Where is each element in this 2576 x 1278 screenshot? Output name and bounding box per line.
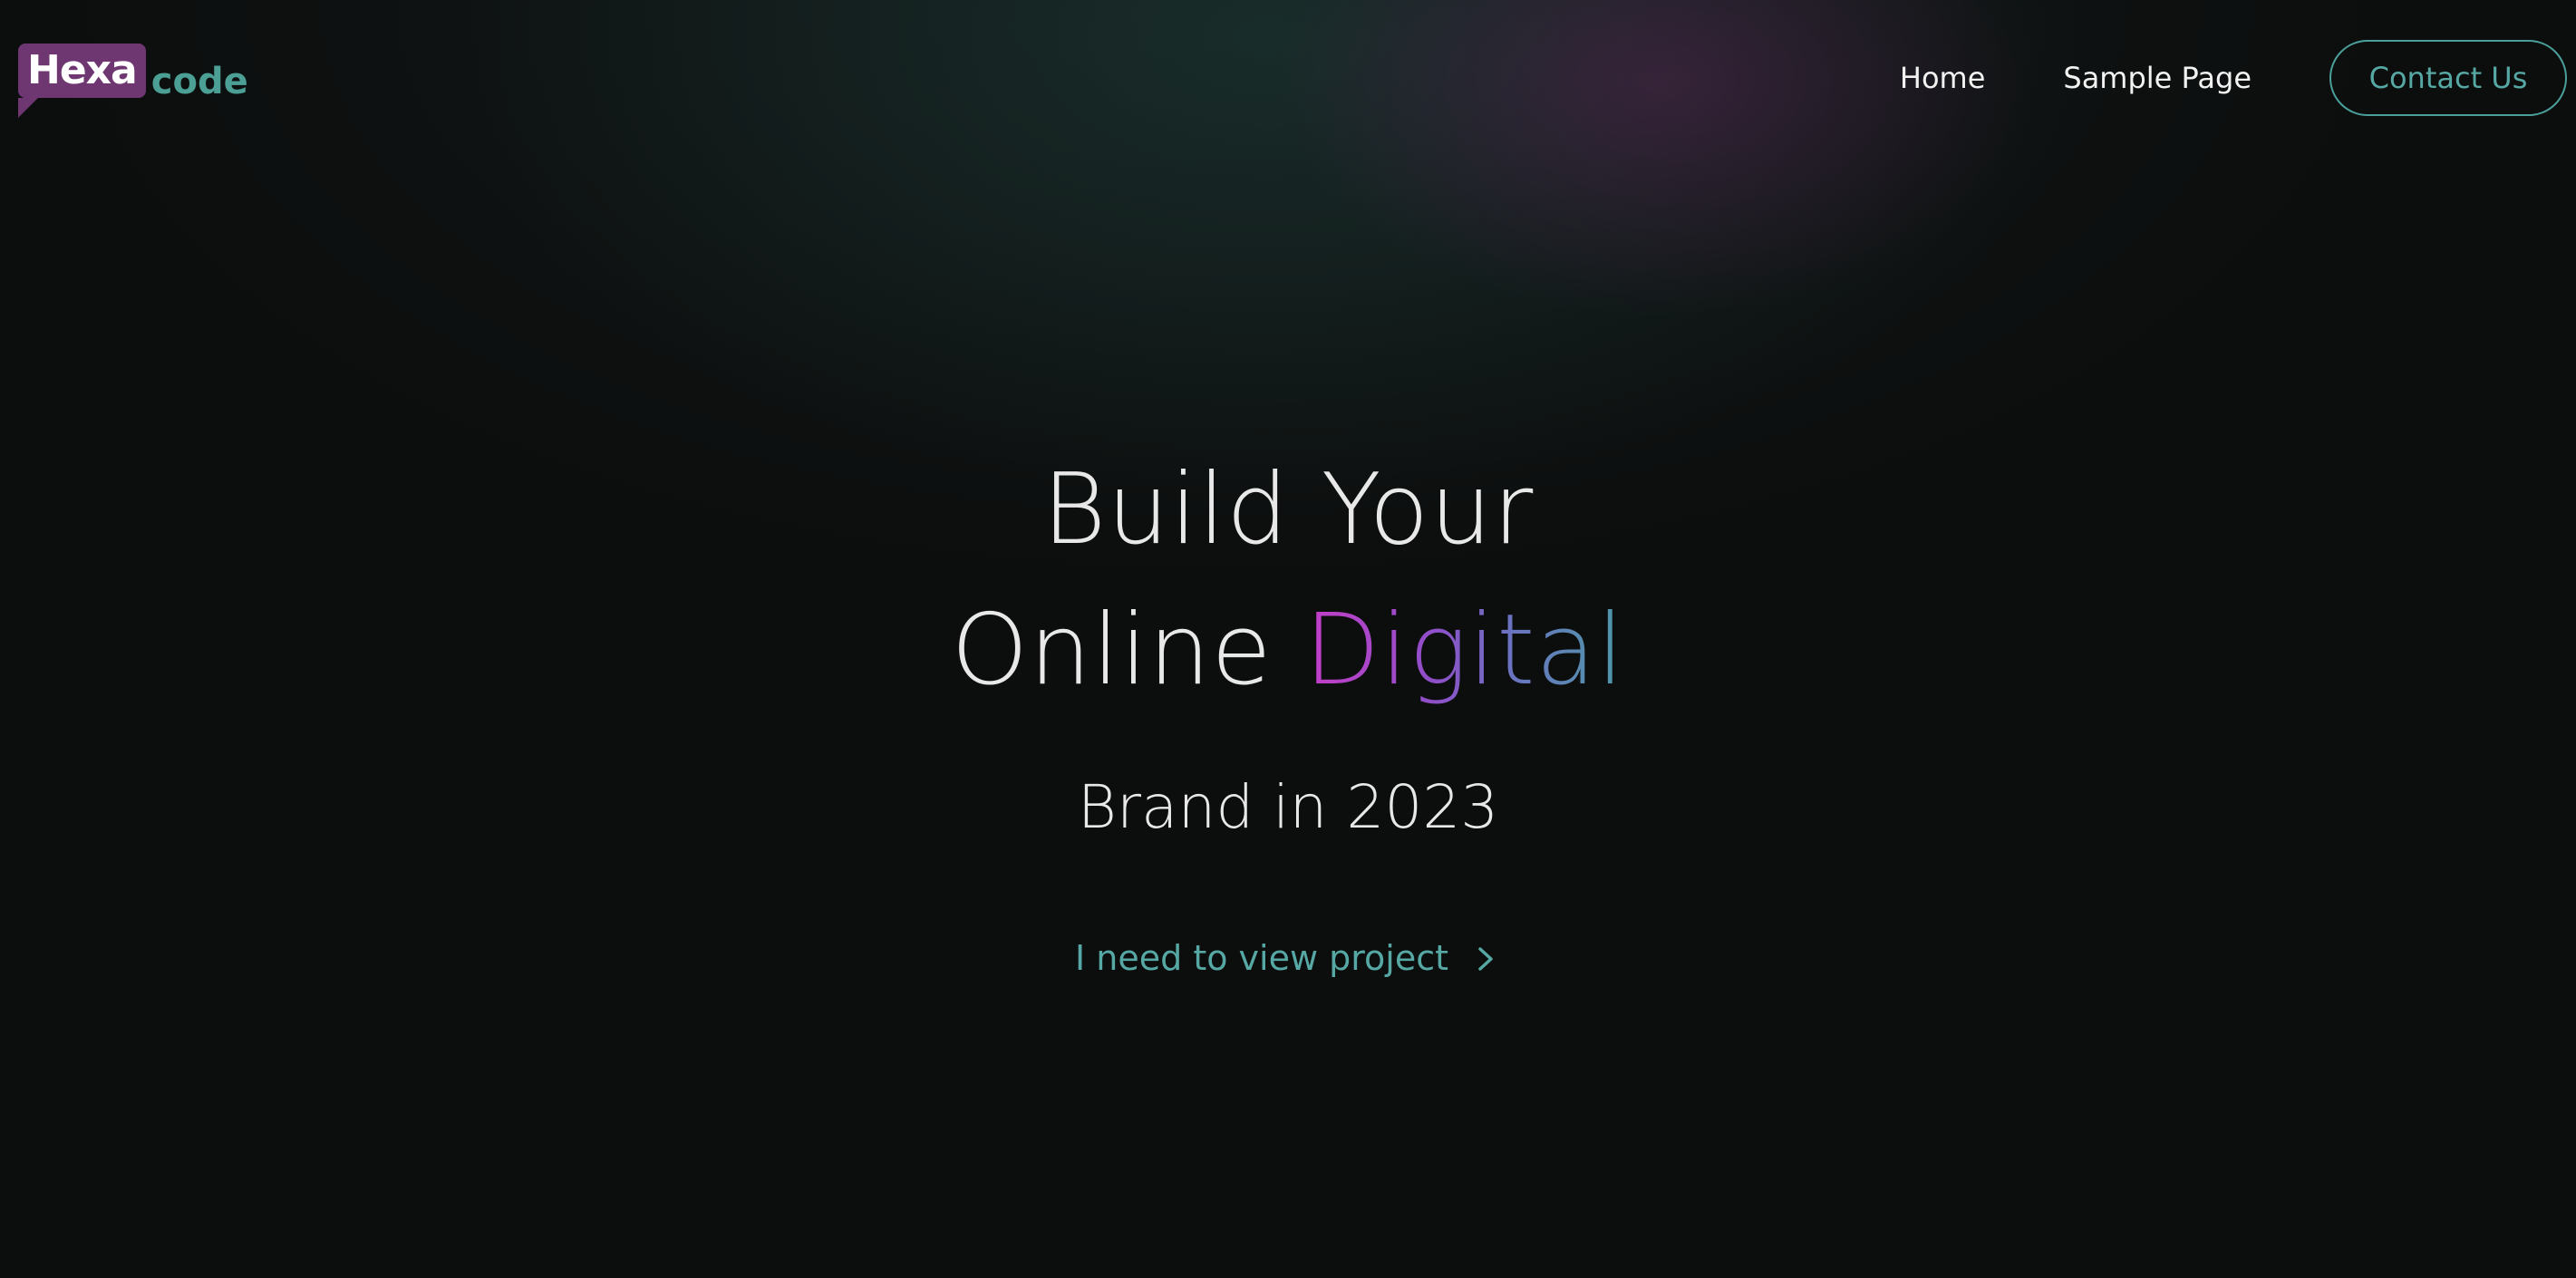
cta-row: I need to view project: [0, 938, 2576, 978]
view-project-label: I need to view project: [1074, 938, 1449, 978]
logo-secondary-text: code: [150, 61, 248, 102]
nav-item-home[interactable]: Home: [1900, 61, 1986, 95]
nav-item-sample-page[interactable]: Sample Page: [2063, 61, 2252, 95]
hero-title-plain: Online: [951, 594, 1305, 707]
logo-badge: Hexa: [18, 44, 146, 118]
page: Hexa code Home Sample Page Contact Us Bu…: [0, 0, 2576, 1278]
contact-us-button[interactable]: Contact Us: [2329, 40, 2567, 116]
hero-title-highlight: Digital: [1304, 594, 1625, 707]
hero-subtitle: Brand in 2023: [1077, 772, 1499, 842]
view-project-link[interactable]: I need to view project: [1075, 938, 1501, 978]
logo-primary-text: Hexa: [27, 47, 138, 93]
chevron-right-icon: [1470, 943, 1501, 973]
hero-title-line-1: Build Your: [1041, 453, 1535, 566]
hero-title-line-2: Online Digital: [0, 594, 2576, 707]
logo[interactable]: Hexa code: [18, 42, 248, 118]
main-nav: Home Sample Page Contact Us: [1900, 40, 2567, 116]
